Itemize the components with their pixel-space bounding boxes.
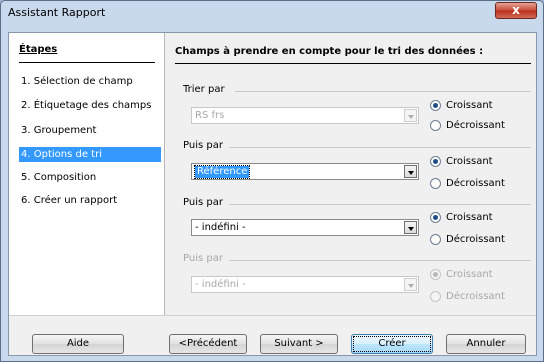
- radio-checked-icon: [430, 212, 441, 223]
- sort-2-descending-label: Décroissant: [446, 178, 505, 189]
- sort-group-1-line: [235, 91, 531, 92]
- sort-options-panel: Champs à prendre en compte pour le tri d…: [165, 33, 536, 315]
- step-field-selection[interactable]: 1. Sélection de champ: [19, 74, 161, 89]
- sort-4-descending-label: Décroissant: [446, 291, 505, 302]
- sort-group-3-label-text: Puis par: [183, 197, 223, 208]
- sort-key-1-value: RS frs: [195, 110, 225, 121]
- wizard-client-area: Étapes 1. Sélection de champ 2. Étiqueta…: [8, 32, 537, 356]
- sort-group-1-label-text: Trier par: [183, 84, 225, 95]
- sort-group-4-label-text: Puis par: [183, 253, 223, 264]
- sort-group-2-label-text: Puis par: [183, 140, 223, 151]
- step-layout[interactable]: 5. Composition: [19, 170, 161, 185]
- radio-unchecked-icon: [430, 120, 441, 131]
- sort-group-1-label: Trier par: [183, 84, 225, 95]
- sort-key-4-value: - indéfini -: [195, 279, 246, 290]
- steps-sidebar: Étapes 1. Sélection de champ 2. Étiqueta…: [9, 33, 165, 315]
- chevron-down-icon[interactable]: [404, 221, 417, 234]
- step-grouping[interactable]: 3. Groupement: [19, 123, 161, 138]
- sort-2-ascending-label: Croissant: [446, 156, 493, 167]
- help-button[interactable]: Aide: [32, 334, 124, 354]
- sort-4-ascending-label: Croissant: [446, 269, 493, 280]
- sort-key-3-combo[interactable]: - indéfini -: [191, 219, 419, 236]
- chevron-down-icon: [404, 109, 417, 122]
- radio-checked-icon: [430, 100, 441, 111]
- radio-checked-icon: [430, 156, 441, 167]
- sort-1-ascending-label: Croissant: [446, 100, 493, 111]
- radio-unchecked-icon: [430, 291, 441, 302]
- radio-unchecked-icon: [430, 178, 441, 189]
- create-button[interactable]: Créer: [351, 334, 433, 354]
- steps-separator: [19, 62, 155, 63]
- sort-key-2-value: Référence: [193, 165, 251, 179]
- sort-group-2-label: Puis par: [183, 140, 223, 151]
- step-create-report[interactable]: 6. Créer un rapport: [19, 193, 161, 208]
- panel-separator: [175, 63, 531, 64]
- chevron-down-icon[interactable]: [404, 165, 417, 178]
- chevron-down-icon: [404, 278, 417, 291]
- sort-key-2-combo[interactable]: Référence: [191, 163, 419, 180]
- next-button[interactable]: Suivant >: [260, 334, 338, 354]
- sort-group-4-label: Puis par: [183, 253, 223, 264]
- title-bar[interactable]: Assistant Rapport x: [1, 1, 543, 25]
- step-field-labeling[interactable]: 2. Étiquetage des champs: [19, 98, 161, 113]
- panel-heading: Champs à prendre en compte pour le tri d…: [175, 46, 484, 57]
- sort-3-ascending-label: Croissant: [446, 212, 493, 223]
- close-icon: x: [512, 3, 520, 17]
- window-title: Assistant Rapport: [8, 6, 106, 19]
- sort-key-3-value: - indéfini -: [195, 222, 246, 233]
- sort-group-3-line: [229, 204, 531, 205]
- sort-key-4-combo: - indéfini -: [191, 276, 419, 293]
- previous-button[interactable]: <Précédent: [169, 334, 247, 354]
- footer-separator: [9, 315, 536, 316]
- radio-unchecked-icon: [430, 234, 441, 245]
- sort-key-1-combo: RS frs: [191, 107, 419, 124]
- sort-3-descending-label: Décroissant: [446, 234, 505, 245]
- sort-group-3-label: Puis par: [183, 197, 223, 208]
- cancel-button[interactable]: Annuler: [446, 334, 526, 354]
- sort-group-4-line: [229, 260, 531, 261]
- focus-ring: [353, 336, 431, 352]
- step-sort-options[interactable]: 4. Options de tri: [19, 147, 161, 162]
- report-wizard-window: Assistant Rapport x Étapes 1. Sélection …: [0, 0, 544, 362]
- sort-1-descending-label: Décroissant: [446, 120, 505, 131]
- radio-checked-icon: [430, 269, 441, 280]
- sort-group-2-line: [229, 147, 531, 148]
- close-button[interactable]: x: [495, 2, 537, 19]
- steps-heading: Étapes: [19, 44, 58, 55]
